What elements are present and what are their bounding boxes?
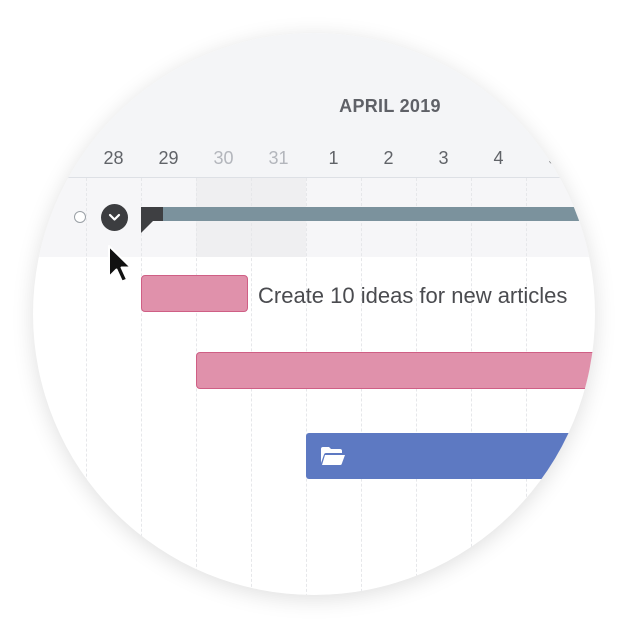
day-label: 4 [493, 148, 504, 168]
day-label: 28 [103, 148, 124, 168]
chevron-down-icon[interactable] [101, 204, 128, 231]
month-label: APRIL 2019 [339, 96, 441, 116]
grid-line [86, 178, 87, 595]
gantt-chart: APRIL 2019 28 29 30 31 1 2 3 4 5 Create … [33, 33, 595, 595]
task-label: Create 10 ideas for new articles [258, 283, 568, 308]
day-label: 31 [268, 148, 289, 168]
day-label: 30 [213, 148, 234, 168]
circle-outline-icon[interactable] [74, 211, 86, 223]
zoom-lens: APRIL 2019 28 29 30 31 1 2 3 4 5 Create … [33, 33, 595, 595]
group-bar[interactable] [306, 433, 595, 479]
day-label: 5 [548, 148, 559, 168]
day-label: 2 [383, 148, 394, 168]
day-label: 29 [158, 148, 179, 168]
day-label: 3 [438, 148, 449, 168]
grid-line [141, 178, 142, 595]
project-bar-start-cap [141, 207, 163, 221]
mouse-pointer-icon [107, 244, 133, 289]
folder-open-icon [320, 446, 346, 471]
task-bar[interactable] [141, 275, 248, 312]
task-bar[interactable] [196, 352, 595, 389]
day-label: 1 [328, 148, 339, 168]
project-bar[interactable] [141, 207, 595, 221]
project-bar-start-marker [141, 221, 153, 233]
